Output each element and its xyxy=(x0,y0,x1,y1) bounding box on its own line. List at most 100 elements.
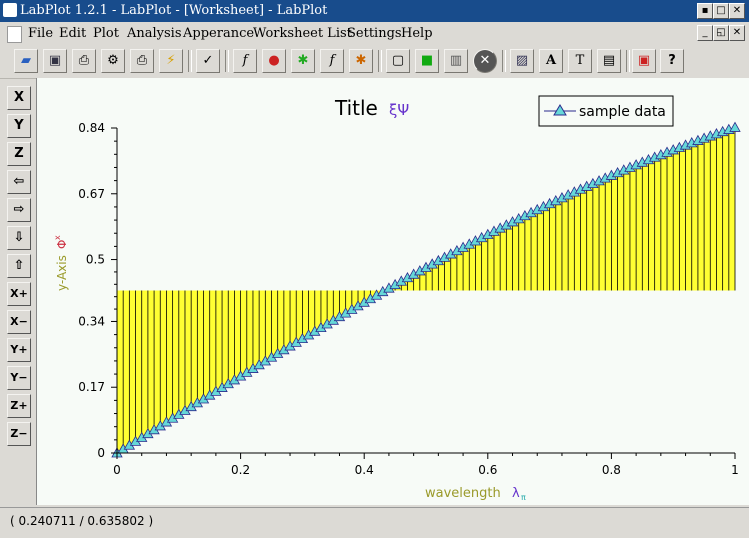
x-zoom-out-button[interactable]: X− xyxy=(7,310,31,334)
fill-segment xyxy=(722,129,729,291)
fill-segment xyxy=(141,290,148,438)
fill-segment xyxy=(648,157,655,291)
fill-segment xyxy=(629,164,637,291)
menu-edit[interactable]: Edit xyxy=(59,26,86,41)
print-preview-icon[interactable]: ⎙ xyxy=(72,49,96,73)
y-axis-button[interactable]: Y xyxy=(7,114,31,138)
new-spreadsheet-icon[interactable]: ■ xyxy=(415,49,439,73)
fill-segment xyxy=(178,290,185,415)
image-icon[interactable]: ▨ xyxy=(510,49,534,73)
legend[interactable]: sample data xyxy=(538,95,674,127)
data-plot-icon[interactable]: ✱ xyxy=(291,49,315,73)
fill-segment xyxy=(481,234,488,291)
fill-segment xyxy=(710,133,717,291)
y-axis-label[interactable]: y-Axis xyxy=(55,255,69,291)
minimize-button[interactable]: ▪ xyxy=(697,3,713,19)
menu-analysis[interactable]: Analysis xyxy=(127,26,182,41)
open-folder-icon[interactable]: ▰ xyxy=(14,49,38,73)
fill-segment xyxy=(222,290,229,388)
fill-segment xyxy=(252,290,260,369)
notes-icon[interactable]: ▤ xyxy=(597,49,621,73)
fill-segment xyxy=(549,200,556,291)
fill-segment xyxy=(605,175,612,291)
fill-segment xyxy=(265,290,272,362)
plot-title[interactable]: Title xyxy=(334,96,378,120)
fill-segment xyxy=(228,290,235,384)
menu-settings[interactable]: Settings xyxy=(347,26,402,41)
y-zoom-in-button[interactable]: Y+ xyxy=(7,338,31,362)
mdi-minimize-button[interactable]: _ xyxy=(697,25,713,41)
print-settings-icon[interactable]: ⚙ xyxy=(101,49,125,73)
app-icon xyxy=(3,3,17,17)
fill-segment xyxy=(512,218,519,291)
menu-help[interactable]: Help xyxy=(401,26,433,41)
trash-icon[interactable]: ▥ xyxy=(444,49,468,73)
fill-segment xyxy=(586,183,593,291)
maximize-button[interactable]: □ xyxy=(713,3,729,19)
menu-worksheet-list[interactable]: Worksheet List xyxy=(253,26,352,41)
plot-svg[interactable]: 0 0.2 0.4 0.6 0.8 1 0 0.17 0.34 0.5 0.67 0.84 Title… xyxy=(37,78,749,505)
text-icon[interactable]: T xyxy=(568,49,592,73)
data-point xyxy=(729,121,741,132)
x-axis-button[interactable]: X xyxy=(7,86,31,110)
menu-plot[interactable]: Plot xyxy=(93,26,119,41)
x-zoom-in-button[interactable]: X+ xyxy=(7,282,31,306)
left-arrow-icon[interactable]: ⇦ xyxy=(7,170,31,194)
data-3d-icon[interactable]: ✱ xyxy=(349,49,373,73)
surface-plot-icon[interactable]: ● xyxy=(262,49,286,73)
y-zoom-out-button[interactable]: Y− xyxy=(7,366,31,390)
fill-segment xyxy=(184,290,192,411)
fill-segment xyxy=(611,172,618,291)
print-icon[interactable]: ⎙ xyxy=(130,49,154,73)
down-arrow-icon[interactable]: ⇩ xyxy=(7,226,31,250)
fill-segment xyxy=(617,170,624,291)
fill-segment xyxy=(487,231,494,291)
fill-segment xyxy=(697,138,705,291)
x-tick-label: 0.8 xyxy=(602,463,621,477)
export-icon[interactable]: ⚡ xyxy=(159,49,183,73)
fill-segment xyxy=(568,192,575,291)
fill-segment xyxy=(691,140,698,291)
fill-segment xyxy=(129,290,136,446)
right-arrow-icon[interactable]: ⇨ xyxy=(7,198,31,222)
fill-segment xyxy=(728,127,735,291)
function-3d-icon[interactable]: f xyxy=(320,49,344,73)
close-worksheet-icon[interactable]: ✕ xyxy=(473,49,497,73)
fill-segment xyxy=(191,290,198,407)
mdi-close-button[interactable]: ✕ xyxy=(729,25,745,41)
fill-segment xyxy=(166,290,173,423)
z-zoom-out-button[interactable]: Z− xyxy=(7,422,31,446)
up-arrow-icon[interactable]: ⇧ xyxy=(7,254,31,278)
fill-segment xyxy=(197,290,204,403)
close-button[interactable]: ✕ xyxy=(729,3,745,19)
legend-label: sample data xyxy=(579,104,666,120)
window-title: LabPlot 1.2.1 - LabPlot - [Worksheet] - … xyxy=(20,3,328,18)
fill-segment xyxy=(660,152,668,291)
new-worksheet-icon[interactable]: ▢ xyxy=(386,49,410,73)
z-axis-button[interactable]: Z xyxy=(7,142,31,166)
menu-file[interactable]: File xyxy=(28,26,53,41)
fill-segment xyxy=(500,225,507,291)
fill-segment xyxy=(636,162,643,291)
fill-segment xyxy=(277,290,284,354)
mdi-restore-button[interactable]: ◱ xyxy=(713,25,729,41)
fill-segment xyxy=(147,290,155,434)
whats-this-icon[interactable]: ? xyxy=(660,49,684,73)
fill-segment xyxy=(234,290,241,380)
fill-segment xyxy=(574,189,581,291)
function-icon[interactable]: f xyxy=(233,49,257,73)
menu-apperance[interactable]: Apperance xyxy=(183,26,254,41)
x-axis-label[interactable]: wavelength xyxy=(425,486,501,501)
fill-segment xyxy=(259,290,266,365)
text-bold-icon[interactable]: A xyxy=(539,49,563,73)
fill-segment xyxy=(135,290,142,442)
z-zoom-in-button[interactable]: Z+ xyxy=(7,394,31,418)
fill-segment xyxy=(592,180,600,291)
save-icon[interactable]: ▣ xyxy=(43,49,67,73)
worksheet-canvas[interactable]: 0 0.2 0.4 0.6 0.8 1 0 0.17 0.34 0.5 0.67 0.84 Title… xyxy=(36,78,749,505)
fullscreen-icon[interactable]: ▣ xyxy=(632,49,656,73)
fill-segment xyxy=(475,237,482,291)
fill-segment xyxy=(679,145,686,291)
fill-segment xyxy=(667,149,674,291)
plot-wizard-icon[interactable]: ✓ xyxy=(196,49,220,73)
